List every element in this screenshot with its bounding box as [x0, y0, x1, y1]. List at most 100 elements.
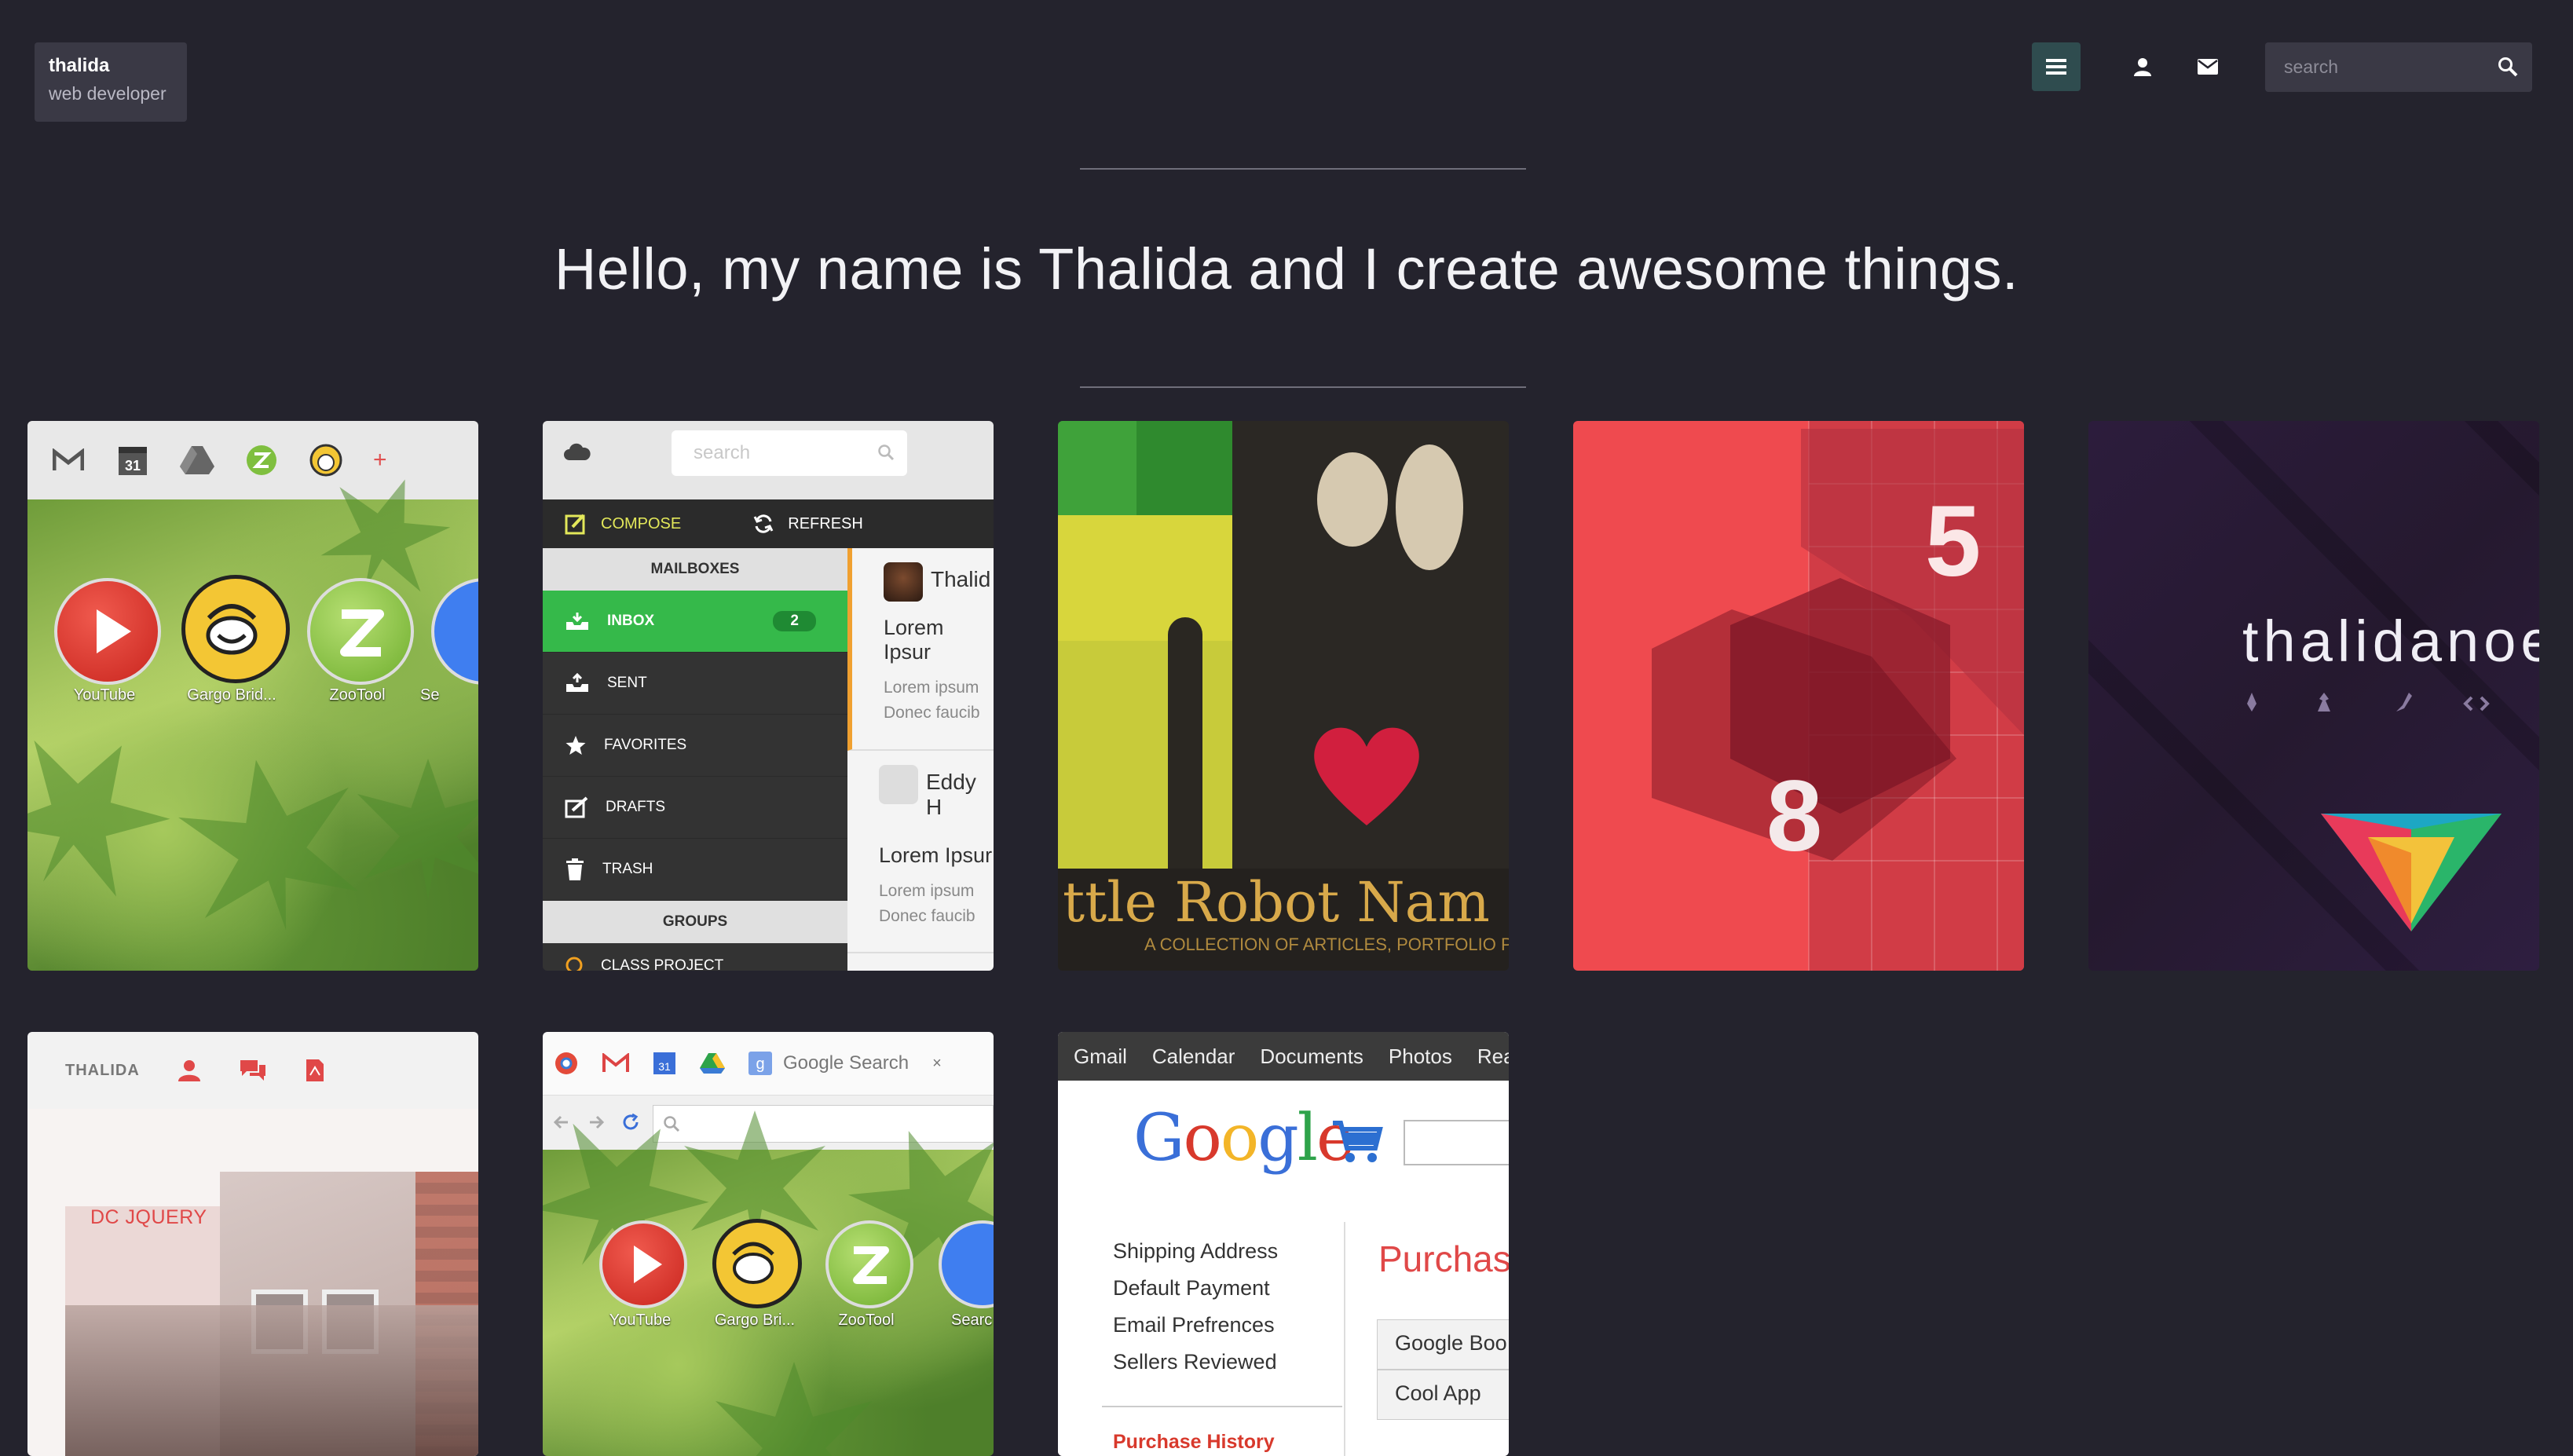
forward-icon[interactable] [587, 1113, 606, 1132]
nav-calendar[interactable]: Calendar [1152, 1044, 1235, 1069]
message-preview: Donec faucib [879, 907, 975, 925]
compose-icon [565, 514, 585, 535]
google-tab-icon: g [748, 1052, 772, 1075]
add-icon[interactable]: + [373, 447, 387, 474]
svg-text:31: 31 [125, 458, 141, 474]
leaf-background: YouTube Gargo Bri... ZooTool Searc [543, 1150, 994, 1456]
app-label: Gargo Brid... [187, 686, 276, 704]
brand-role: web developer [49, 83, 167, 104]
purchase-heading: Purchas [1378, 1238, 1509, 1279]
heart-icon [1314, 727, 1419, 825]
reload-icon[interactable] [621, 1113, 640, 1132]
search-box[interactable] [2265, 42, 2532, 92]
profile-button[interactable] [2118, 42, 2167, 91]
mailboxes-header: MAILBOXES [543, 548, 847, 591]
project-tile-purple-brand[interactable]: thalidanoel [2088, 421, 2539, 971]
brand-badge[interactable]: thalida web developer [35, 42, 187, 122]
robot-title: ttle Robot Nam [1063, 870, 1490, 935]
google-store-body: Shipping Address Default Payment Email P… [1058, 1198, 1509, 1456]
group-label: CLASS PROJECT [601, 957, 724, 971]
youtube-app-icon[interactable] [599, 1220, 687, 1308]
pdf-icon[interactable] [305, 1058, 325, 1083]
project-tile-mail-app[interactable]: search COMPOSE REFRESH MAILBOXES INBOX 2… [543, 421, 994, 971]
calendar-icon[interactable]: 31 [115, 443, 150, 477]
url-input[interactable] [653, 1105, 994, 1143]
project-tile-robot[interactable]: ttle Robot Nam A COLLECTION OF ARTICLES,… [1058, 421, 1509, 971]
favorites-label: FAVORITES [604, 737, 687, 753]
chrome-icon[interactable] [554, 1051, 579, 1076]
close-tab-icon[interactable]: × [932, 1055, 942, 1073]
wordmark: thalidanoel [2242, 609, 2539, 674]
drive-icon[interactable] [180, 443, 214, 477]
mailbox-sent[interactable]: SENT [543, 653, 847, 715]
zootool-icon[interactable] [244, 443, 279, 477]
contact-button[interactable] [2183, 42, 2232, 91]
number-eight: 8 [1766, 760, 1823, 873]
calendar-icon[interactable]: 31 [653, 1051, 676, 1076]
trash-icon [566, 858, 584, 880]
user-icon[interactable] [178, 1059, 201, 1082]
nav-gmail[interactable]: Gmail [1074, 1044, 1127, 1069]
hamburger-icon [2046, 59, 2066, 75]
purchase-item[interactable]: Google Boo [1377, 1319, 1509, 1370]
sent-label: SENT [607, 675, 647, 691]
project-tile-dc-jquery[interactable]: THALIDA DC JQUERY [27, 1032, 478, 1456]
menu-button[interactable] [2032, 42, 2081, 91]
dc-photo-people [65, 1305, 478, 1456]
google-app-icon[interactable] [431, 578, 478, 685]
search-input[interactable] [2265, 56, 2498, 79]
tab-google-search[interactable]: g Google Search × [748, 1052, 942, 1075]
nav-documents[interactable]: Documents [1260, 1044, 1363, 1069]
link-purchase-history[interactable]: Purchase History [1113, 1431, 1275, 1454]
google-logo: Google [1133, 1101, 1355, 1176]
link-default-payment[interactable]: Default Payment [1113, 1276, 1278, 1301]
chat-icon[interactable] [239, 1059, 267, 1082]
dc-nav-name: THALIDA [65, 1061, 140, 1079]
search-icon[interactable] [2498, 57, 2518, 77]
message-item[interactable]: Thalid Lorem Ipsur Lorem ipsum Donec fau… [847, 548, 994, 751]
app-label: YouTube [609, 1311, 672, 1329]
purchase-item[interactable]: Cool App [1377, 1370, 1509, 1420]
youtube-app-icon[interactable] [54, 578, 161, 685]
svg-text:31: 31 [658, 1060, 671, 1073]
mail-search-input[interactable]: search [672, 430, 907, 476]
robot-subtitle: A COLLECTION OF ARTICLES, PORTFOLIO PIEC… [1144, 935, 1509, 954]
zootool-app-icon[interactable] [825, 1220, 913, 1308]
group-item[interactable]: CLASS PROJECT [543, 943, 847, 971]
drafts-label: DRAFTS [606, 799, 665, 815]
compose-button[interactable]: COMPOSE [565, 513, 681, 535]
message-from: Thalid [931, 567, 991, 591]
nav-photos[interactable]: Photos [1389, 1044, 1452, 1069]
refresh-button[interactable]: REFRESH [753, 514, 863, 534]
link-email-preferences[interactable]: Email Prefrences [1113, 1313, 1278, 1337]
mailbox-inbox[interactable]: INBOX 2 [543, 591, 847, 653]
app-label: Se [420, 686, 440, 704]
nav-reader[interactable]: Reade [1477, 1044, 1509, 1069]
link-shipping-address[interactable]: Shipping Address [1113, 1239, 1278, 1264]
mailbox-drafts[interactable]: DRAFTS [543, 777, 847, 839]
cloud-icon [564, 443, 591, 460]
drive-icon[interactable] [700, 1052, 725, 1074]
svg-text:g: g [756, 1055, 764, 1073]
gmail-icon[interactable] [51, 443, 86, 477]
gargo-app-icon[interactable] [712, 1219, 802, 1308]
divider-top [1080, 168, 1526, 170]
project-tile-google-store[interactable]: Gmail Calendar Documents Photos Reade Go… [1058, 1032, 1509, 1456]
link-sellers-reviewed[interactable]: Sellers Reviewed [1113, 1350, 1278, 1374]
star-icon [565, 736, 586, 755]
service-icons [2247, 693, 2490, 712]
gargo-app-icon[interactable] [181, 575, 290, 683]
zootool-app-icon[interactable] [307, 578, 414, 685]
gmail-icon[interactable] [602, 1053, 629, 1074]
back-icon[interactable] [552, 1113, 571, 1132]
gargo-icon[interactable] [309, 443, 343, 477]
message-item[interactable]: Eddy H Lorem Ipsur Lorem ipsum Donec fau… [847, 751, 994, 953]
app-label: Searc [951, 1311, 993, 1329]
project-tile-chrome-newtab-2[interactable]: 31 g Google Search × YouTube Gargo Bri..… [543, 1032, 994, 1456]
project-tile-red-hex[interactable]: 5 8 [1573, 421, 2024, 971]
mailbox-favorites[interactable]: FAVORITES [543, 715, 847, 777]
avatar [879, 765, 918, 804]
mailbox-trash[interactable]: TRASH [543, 839, 847, 901]
project-tile-chrome-newtab[interactable]: 31 + YouTube Gargo Brid... ZooTool Se [27, 421, 478, 971]
store-search-input[interactable] [1404, 1120, 1509, 1165]
